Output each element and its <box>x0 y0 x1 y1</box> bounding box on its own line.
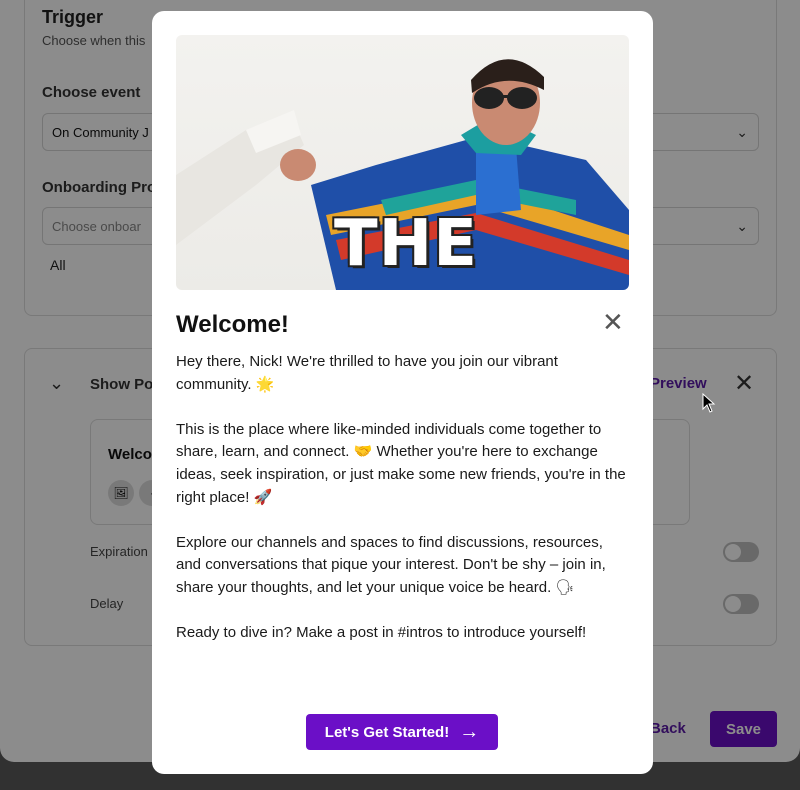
get-started-label: Let's Get Started! <box>324 723 450 741</box>
get-started-button[interactable]: Let's Get Started! → <box>306 714 498 750</box>
gif-caption: THE <box>334 207 478 281</box>
arrow-right-icon: → <box>459 721 480 743</box>
modal-body: Hey there, Nick! We're thrilled to have … <box>176 351 631 667</box>
welcome-gif: THE <box>176 35 629 290</box>
modal-paragraph: Ready to dive in? Make a post in #intros… <box>176 624 587 642</box>
modal-paragraph: Explore our channels and spaces to find … <box>176 533 606 596</box>
modal-title: Welcome! <box>176 311 289 338</box>
welcome-modal: THE Welcome! ✕ Hey there, Nick! We're th… <box>152 11 653 774</box>
modal-paragraph: This is the place where like-minded indi… <box>176 420 626 506</box>
mouse-cursor-icon <box>702 393 716 413</box>
close-icon[interactable]: ✕ <box>602 309 624 335</box>
modal-paragraph: Hey there, Nick! We're thrilled to have … <box>176 353 558 393</box>
